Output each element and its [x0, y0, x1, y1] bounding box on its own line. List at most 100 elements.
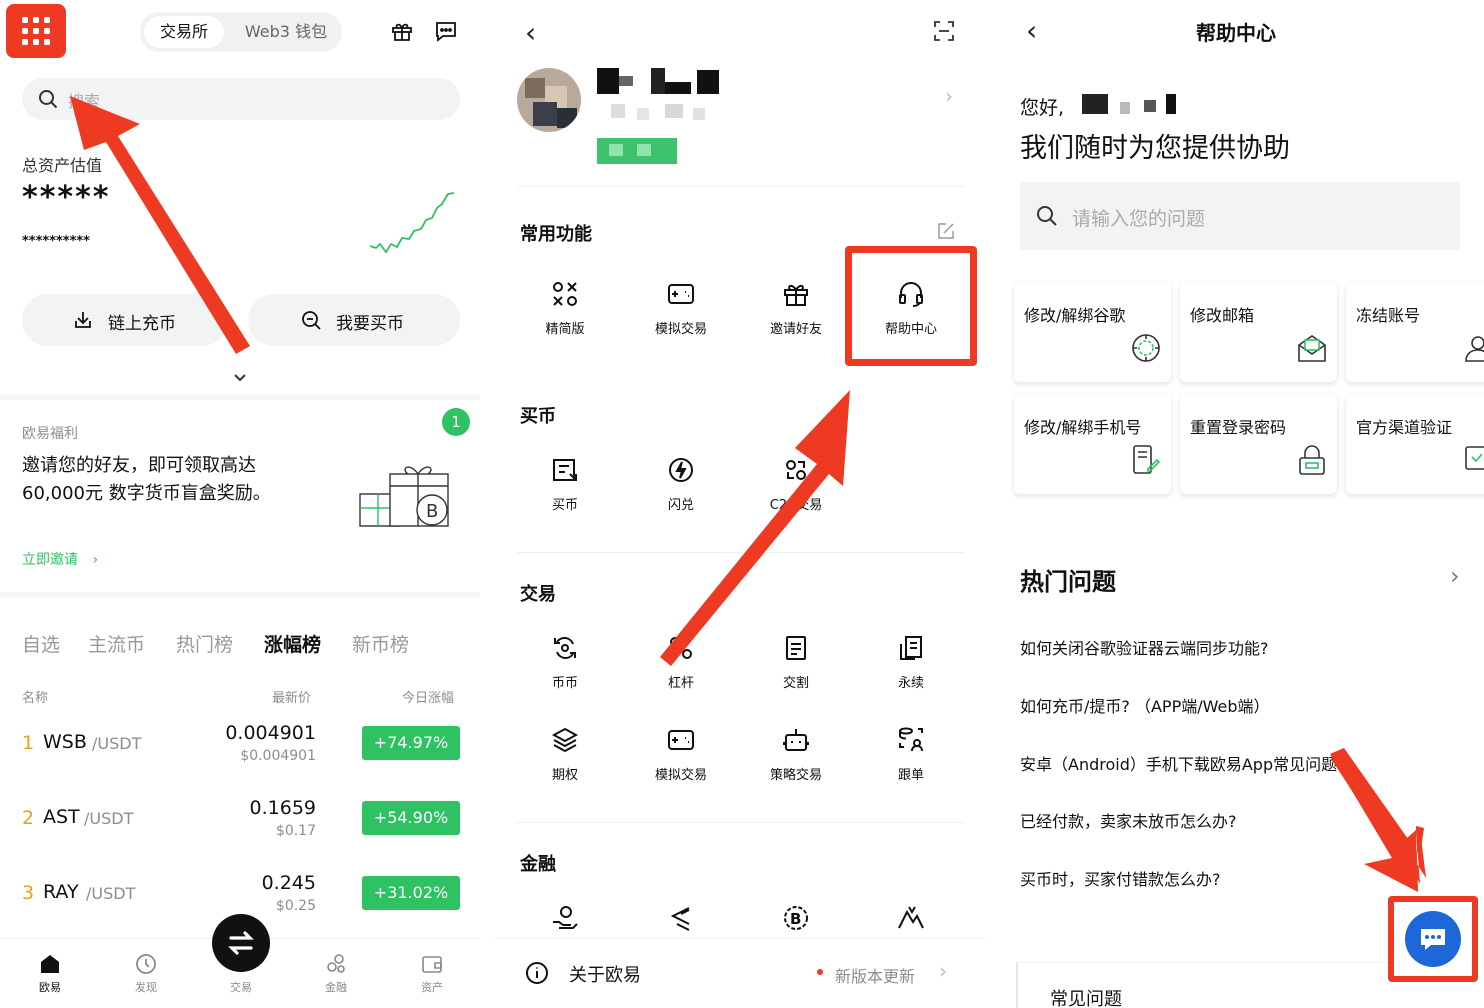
divider: [517, 552, 965, 553]
buy-crypto-button[interactable]: 我要买币: [248, 294, 460, 346]
func-copy-trading[interactable]: 跟单: [871, 726, 951, 783]
func-buy-crypto[interactable]: 买币: [525, 456, 605, 513]
quick-card-official-verify[interactable]: 官方渠道验证: [1346, 394, 1484, 494]
func-invite-friends-label: 邀请好友: [769, 322, 822, 337]
nav-trade-button[interactable]: [212, 914, 270, 972]
swap-icon: [228, 931, 254, 955]
func-margin[interactable]: 杠杆: [641, 634, 721, 691]
menu-grid-button[interactable]: [6, 4, 66, 58]
question-item[interactable]: 如何充币/提币? （APP端/Web端）: [1020, 693, 1270, 717]
profile-chevron-icon[interactable]: ›: [945, 84, 953, 108]
chart-up-icon[interactable]: [897, 904, 925, 932]
col-header-name: 名称: [22, 691, 49, 706]
card-label: 官方渠道验证: [1356, 418, 1453, 437]
verification-badge-pixelated: [597, 138, 677, 164]
func-spot[interactable]: 币币: [525, 634, 605, 691]
edit-icon[interactable]: [937, 222, 955, 240]
nav-finance[interactable]: 金融: [310, 952, 362, 995]
avatar[interactable]: [517, 68, 581, 132]
earn-icon[interactable]: [667, 904, 695, 932]
nav-trade-label: 交易: [230, 981, 252, 994]
grid-icon: [20, 15, 52, 47]
search-bar[interactable]: 搜索: [22, 78, 460, 120]
message-icon[interactable]: [434, 19, 458, 43]
chevron-down-icon[interactable]: [232, 372, 248, 384]
verify-icon: [1465, 446, 1484, 470]
row-change-badge: +31.02%: [362, 876, 460, 910]
quick-card-freeze-account[interactable]: 冻结账号: [1346, 282, 1484, 382]
back-arrow-icon[interactable]: ‹: [525, 16, 536, 49]
deposit-button[interactable]: 链上充币: [22, 294, 228, 346]
func-buy-crypto-label: 买币: [551, 498, 578, 513]
faq-label: 常见问题: [1050, 989, 1122, 1008]
quick-card-reset-password[interactable]: 重置登录密码: [1180, 394, 1337, 494]
func-lite-mode[interactable]: 精简版: [525, 280, 605, 337]
quick-card-change-email[interactable]: 修改邮箱: [1180, 282, 1337, 382]
promo-line1: 邀请您的好友，即可领取高达: [22, 455, 256, 476]
table-row[interactable]: 2 AST /USDT 0.1659 $0.17 +54.90%: [0, 793, 480, 853]
func-strategy-trading[interactable]: 策略交易: [756, 726, 836, 783]
func-c2c-trading[interactable]: C2C交易: [756, 456, 836, 513]
gift-icon[interactable]: [390, 19, 414, 43]
assets-value: *****: [22, 180, 111, 215]
table-row[interactable]: 1 WSB /USDT 0.004901 $0.004901 +74.97%: [0, 718, 480, 778]
nav-assets-label: 资产: [421, 981, 443, 994]
search-icon: [1036, 205, 1058, 227]
authenticator-icon: [1132, 334, 1160, 362]
func-convert-label: 闪兑: [667, 498, 694, 513]
market-tab-watchlist[interactable]: 自选: [22, 630, 60, 657]
question-item[interactable]: 买币时，买家付错款怎么办?: [1020, 866, 1221, 890]
question-item[interactable]: 安卓（Android）手机下载欧易App常见问题: [1020, 751, 1337, 775]
bitcoin-icon[interactable]: B: [782, 904, 810, 932]
savings-icon[interactable]: [551, 904, 579, 932]
func-demo-trading-2[interactable]: 模拟交易: [641, 726, 721, 783]
promo-label: 欧易福利: [22, 426, 78, 442]
chevron-right-icon: ›: [939, 959, 947, 983]
col-header-change: 今日涨幅: [402, 691, 455, 706]
nav-discover[interactable]: 发现: [120, 952, 172, 995]
chat-support-button[interactable]: [1405, 911, 1461, 967]
help-search-bar[interactable]: 请输入您的问题: [1020, 182, 1460, 250]
promo-line2: 60,000元 数字货币盲盒奖励。: [22, 483, 271, 504]
search-icon: [38, 89, 58, 109]
market-tab-majors[interactable]: 主流币: [88, 630, 145, 657]
func-strategy-trading-label: 策略交易: [769, 768, 822, 783]
func-options[interactable]: 期权: [525, 726, 605, 783]
margin-icon: [670, 637, 692, 659]
question-item[interactable]: 如何关闭谷歌验证器云端同步功能?: [1020, 635, 1269, 659]
nav-assets[interactable]: 资产: [406, 952, 458, 995]
spot-icon: [554, 637, 576, 659]
nav-home[interactable]: 欧易: [24, 952, 76, 995]
market-tab-gainers[interactable]: 涨幅榜: [264, 630, 321, 657]
func-perpetual[interactable]: 永续: [871, 634, 951, 691]
about-row[interactable]: 关于欧易 新版本更新 ›: [495, 938, 985, 1008]
quick-card-google-auth[interactable]: 修改/解绑谷歌: [1014, 282, 1171, 382]
faq-card[interactable]: 常见问题: [1016, 962, 1396, 1008]
row-price: 0.1659: [249, 797, 316, 819]
buy-crypto-label: 我要买币: [336, 314, 404, 334]
invite-link[interactable]: 立即邀请 ›: [22, 549, 98, 569]
wallet-icon: [422, 956, 442, 973]
market-tab-hot[interactable]: 热门榜: [176, 630, 233, 657]
market-tab-new[interactable]: 新币榜: [352, 630, 409, 657]
scan-icon[interactable]: [933, 20, 955, 42]
func-futures[interactable]: 交割: [756, 634, 836, 691]
tab-exchange[interactable]: 交易所: [144, 16, 224, 48]
layers-icon: [551, 727, 579, 753]
row-change-badge: +54.90%: [362, 801, 460, 835]
user-icon: [1465, 336, 1484, 362]
promo-badge: 1: [442, 408, 470, 436]
back-arrow-icon[interactable]: ‹: [1026, 14, 1037, 47]
hot-questions-chevron-icon[interactable]: ›: [1450, 562, 1460, 590]
assets-label: 总资产估值: [22, 156, 103, 175]
question-item[interactable]: 已经付款，卖家未放币怎么办?: [1020, 808, 1237, 832]
func-convert[interactable]: 闪兑: [641, 456, 721, 513]
row-coin: WSB: [43, 731, 87, 753]
func-invite-friends[interactable]: 邀请好友: [756, 280, 836, 337]
tab-web3-wallet[interactable]: Web3 钱包: [234, 16, 338, 48]
quick-card-change-phone[interactable]: 修改/解绑手机号: [1014, 394, 1171, 494]
user-id-pixelated: [597, 104, 717, 120]
divider: [0, 394, 480, 400]
func-demo-trading[interactable]: 模拟交易: [641, 280, 721, 337]
page-title: 帮助中心: [1196, 21, 1276, 45]
